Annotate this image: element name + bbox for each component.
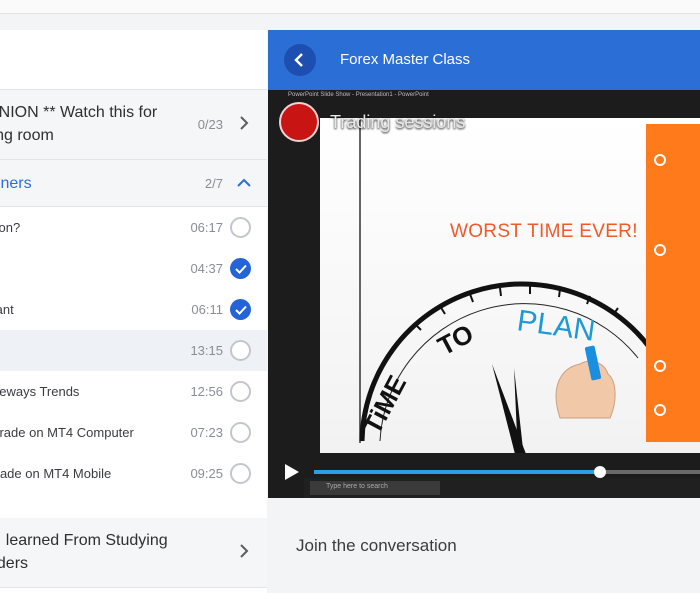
lesson-item[interactable]: 04:37 [0, 248, 267, 289]
chevron-up-icon[interactable] [237, 176, 251, 190]
course-title: Forex Master Class [340, 51, 471, 68]
bullet-icon [654, 244, 666, 256]
taskbar-search: Type here to search [310, 481, 440, 495]
lesson-duration: 06:17 [190, 220, 223, 235]
section-title-line1: t I learned From Studying [0, 532, 168, 549]
video-progress-knob[interactable] [593, 466, 606, 478]
video-player[interactable]: PowerPoint Slide Show - Presentation1 - … [268, 90, 700, 498]
slide-art-plan: PLAN [515, 304, 597, 348]
back-button[interactable] [284, 44, 316, 76]
lesson-item[interactable]: trade on MT4 Mobile 09:25 [0, 453, 267, 494]
lesson-item-active[interactable]: s 13:15 [0, 330, 267, 371]
video-slide-frame: TiME TO PLAN WORST TIME EVER! [320, 118, 700, 453]
lesson-duration: 04:37 [190, 261, 223, 276]
section-title-line2: aders [0, 555, 29, 572]
play-icon[interactable] [284, 463, 300, 481]
window-caption: PowerPoint Slide Show - Presentation1 - … [288, 92, 429, 98]
section-progress-count: 0/23 [197, 117, 223, 132]
incomplete-circle-icon[interactable] [230, 217, 251, 238]
bullet-icon [654, 360, 666, 372]
slide-side-panel [646, 124, 700, 442]
course-header-bar: Forex Master Class [268, 30, 700, 90]
completed-check-icon[interactable] [230, 258, 251, 279]
chevron-left-icon [294, 53, 303, 67]
lesson-title: Trade on MT4 Computer [0, 425, 134, 440]
chevron-right-icon[interactable] [237, 544, 251, 558]
section-title: inners [0, 175, 32, 192]
slide-headline: WORST TIME EVER! [450, 221, 638, 242]
video-progress-fill [314, 470, 600, 474]
chevron-right-icon[interactable] [237, 116, 251, 130]
lesson-item[interactable]: tant 06:11 [0, 289, 267, 330]
channel-logo [279, 102, 319, 142]
lesson-item[interactable]: tion? 06:17 [0, 207, 267, 248]
lesson-item[interactable]: deways Trends 12:56 [0, 371, 267, 412]
lesson-duration: 13:15 [190, 343, 223, 358]
top-browser-strip [0, 0, 700, 14]
lesson-title: deways Trends [0, 384, 80, 399]
join-conversation-link[interactable]: Join the conversation [296, 536, 457, 556]
lesson-list: tion? 06:17 04:37 tant 06:11 s 13:15 dew… [0, 207, 267, 494]
bullet-icon [654, 404, 666, 416]
clock-illustration: TiME TO PLAN [357, 118, 652, 453]
lesson-title: tion? [0, 220, 21, 235]
slide-art-to: TO [433, 318, 479, 361]
incomplete-circle-icon[interactable] [230, 381, 251, 402]
section-beginners[interactable]: inners 2/7 [0, 160, 267, 207]
lesson-item[interactable]: Trade on MT4 Computer 07:23 [0, 412, 267, 453]
section-title: ENION ** Watch this for ling room [0, 101, 157, 147]
video-progress-bar[interactable] [314, 466, 700, 478]
section-title: t I learned From Studying aders [0, 529, 168, 575]
sidebar-header [0, 30, 267, 90]
curriculum-sidebar: ENION ** Watch this for ling room 0/23 i… [0, 30, 267, 593]
section-what-i-learned[interactable]: t I learned From Studying aders [0, 518, 267, 588]
section-title-line2: ling room [0, 127, 54, 144]
lesson-title: tant [0, 302, 14, 317]
lesson-duration: 09:25 [190, 466, 223, 481]
lesson-player-panel: Forex Master Class PowerPoint Slide Show… [268, 30, 700, 593]
incomplete-circle-icon[interactable] [230, 340, 251, 361]
hand-illustration [555, 345, 616, 419]
section-watch-this[interactable]: ENION ** Watch this for ling room 0/23 [0, 90, 267, 160]
lesson-duration: 12:56 [190, 384, 223, 399]
lesson-duration: 07:23 [190, 425, 223, 440]
lesson-title: trade on MT4 Mobile [0, 466, 112, 481]
section-progress-count: 2/7 [204, 176, 223, 191]
video-title: Trading sessions [330, 112, 466, 132]
section-title-line1: ENION ** Watch this for [0, 104, 158, 121]
incomplete-circle-icon[interactable] [230, 463, 251, 484]
completed-check-icon[interactable] [230, 299, 251, 320]
incomplete-circle-icon[interactable] [230, 422, 251, 443]
list-spacer [0, 494, 267, 518]
lesson-duration: 06:11 [191, 302, 223, 317]
bullet-icon [654, 154, 666, 166]
os-taskbar: Type here to search [304, 478, 700, 498]
